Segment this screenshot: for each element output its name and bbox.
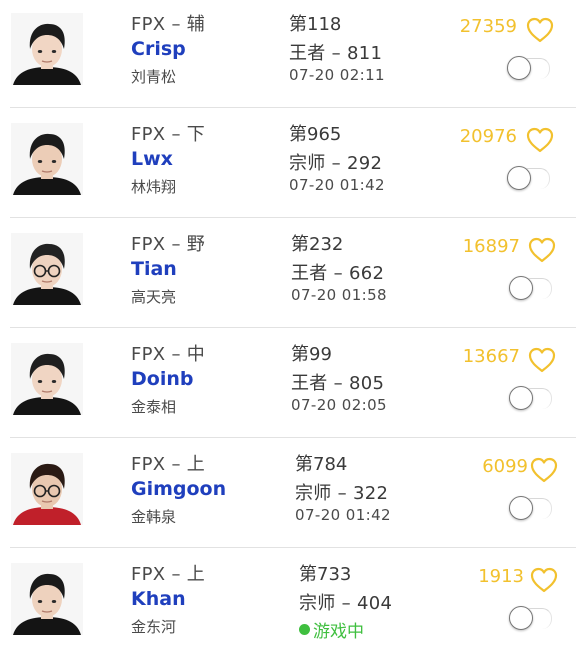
player-photo-icon xyxy=(11,453,83,525)
follow-toggle[interactable] xyxy=(509,496,553,522)
toggle-knob xyxy=(509,496,533,520)
last-game-time: 07-20 02:11 xyxy=(289,66,385,84)
server-rank: 第118 xyxy=(289,14,342,35)
row-divider xyxy=(10,217,576,218)
team-role: FPX – 辅 xyxy=(131,14,206,35)
server-rank: 第784 xyxy=(295,454,348,475)
player-name[interactable]: Khan xyxy=(131,588,186,610)
player-real-name: 金东河 xyxy=(131,618,177,636)
toggle-knob xyxy=(509,606,533,630)
player-real-name: 高天亮 xyxy=(131,288,177,306)
player-real-name: 刘青松 xyxy=(131,68,177,86)
tier-points: 宗师 – 292 xyxy=(289,153,383,174)
tier-points: 王者 – 805 xyxy=(291,373,385,394)
online-status: 游戏中 xyxy=(299,617,364,642)
player-real-name: 林炜翔 xyxy=(131,178,177,196)
player-photo-icon xyxy=(11,123,83,195)
likes-count: 27359 xyxy=(459,16,517,37)
server-rank: 第232 xyxy=(291,234,344,255)
heart-icon[interactable] xyxy=(525,126,555,154)
last-game-time: 07-20 02:05 xyxy=(291,396,387,414)
team-role: FPX – 下 xyxy=(131,124,206,145)
toggle-knob xyxy=(507,56,531,80)
player-row[interactable]: FPX – 野 Tian 高天亮 第232 王者 – 662 07-20 01:58 168… xyxy=(0,220,576,328)
player-row[interactable]: FPX – 辅 Crisp 刘青松 第118 王者 – 811 07-20 02:11 27… xyxy=(0,0,576,108)
row-divider xyxy=(10,107,576,108)
player-row[interactable]: FPX – 上 Khan 金东河 第733 宗师 – 404 游戏中 1913 xyxy=(0,550,576,648)
follow-toggle[interactable] xyxy=(509,386,553,412)
player-photo-icon xyxy=(11,563,83,635)
toggle-knob xyxy=(507,166,531,190)
follow-toggle[interactable] xyxy=(507,56,551,82)
heart-icon[interactable] xyxy=(529,456,559,484)
player-real-name: 金韩泉 xyxy=(131,508,177,526)
row-divider xyxy=(10,327,576,328)
last-game-time: 07-20 01:58 xyxy=(291,286,387,304)
player-name[interactable]: Gimgoon xyxy=(131,478,226,500)
player-name[interactable]: Tian xyxy=(131,258,177,280)
follow-toggle[interactable] xyxy=(509,276,553,302)
player-name[interactable]: Lwx xyxy=(131,148,173,170)
heart-icon[interactable] xyxy=(527,236,557,264)
heart-icon[interactable] xyxy=(529,566,559,594)
player-photo-icon xyxy=(11,13,83,85)
server-rank: 第965 xyxy=(289,124,342,145)
online-dot-icon xyxy=(299,624,310,635)
row-divider xyxy=(10,437,576,438)
player-name[interactable]: Crisp xyxy=(131,38,186,60)
toggle-knob xyxy=(509,276,533,300)
player-real-name: 金泰相 xyxy=(131,398,177,416)
player-photo-icon xyxy=(11,343,83,415)
likes-count: 1913 xyxy=(478,566,524,587)
follow-toggle[interactable] xyxy=(509,606,553,632)
toggle-knob xyxy=(509,386,533,410)
tier-points: 王者 – 811 xyxy=(289,43,383,64)
server-rank: 第99 xyxy=(291,344,332,365)
player-row[interactable]: FPX – 下 Lwx 林炜翔 第965 宗师 – 292 07-20 01:42 2097… xyxy=(0,110,576,218)
team-role: FPX – 野 xyxy=(131,234,206,255)
player-photo-icon xyxy=(11,233,83,305)
player-name[interactable]: Doinb xyxy=(131,368,193,390)
player-list: FPX – 辅 Crisp 刘青松 第118 王者 – 811 07-20 02:11 27… xyxy=(0,0,576,648)
follow-toggle[interactable] xyxy=(507,166,551,192)
server-rank: 第733 xyxy=(299,564,352,585)
tier-points: 宗师 – 322 xyxy=(295,483,389,504)
likes-count: 6099 xyxy=(482,456,528,477)
likes-count: 13667 xyxy=(462,346,520,367)
team-role: FPX – 中 xyxy=(131,344,206,365)
likes-count: 16897 xyxy=(462,236,520,257)
player-row[interactable]: FPX – 上 Gimgoon 金韩泉 第784 宗师 – 322 07-20 01:42… xyxy=(0,440,576,548)
row-divider xyxy=(10,547,576,548)
tier-points: 王者 – 662 xyxy=(291,263,385,284)
likes-count: 20976 xyxy=(459,126,517,147)
team-role: FPX – 上 xyxy=(131,454,206,475)
team-role: FPX – 上 xyxy=(131,564,206,585)
player-row[interactable]: FPX – 中 Doinb 金泰相 第99 王者 – 805 07-20 02:05 136… xyxy=(0,330,576,438)
tier-points: 宗师 – 404 xyxy=(299,593,393,614)
heart-icon[interactable] xyxy=(527,346,557,374)
last-game-time: 07-20 01:42 xyxy=(289,176,385,194)
status-text: 游戏中 xyxy=(313,622,364,642)
heart-icon[interactable] xyxy=(525,16,555,44)
last-game-time: 07-20 01:42 xyxy=(295,506,391,524)
